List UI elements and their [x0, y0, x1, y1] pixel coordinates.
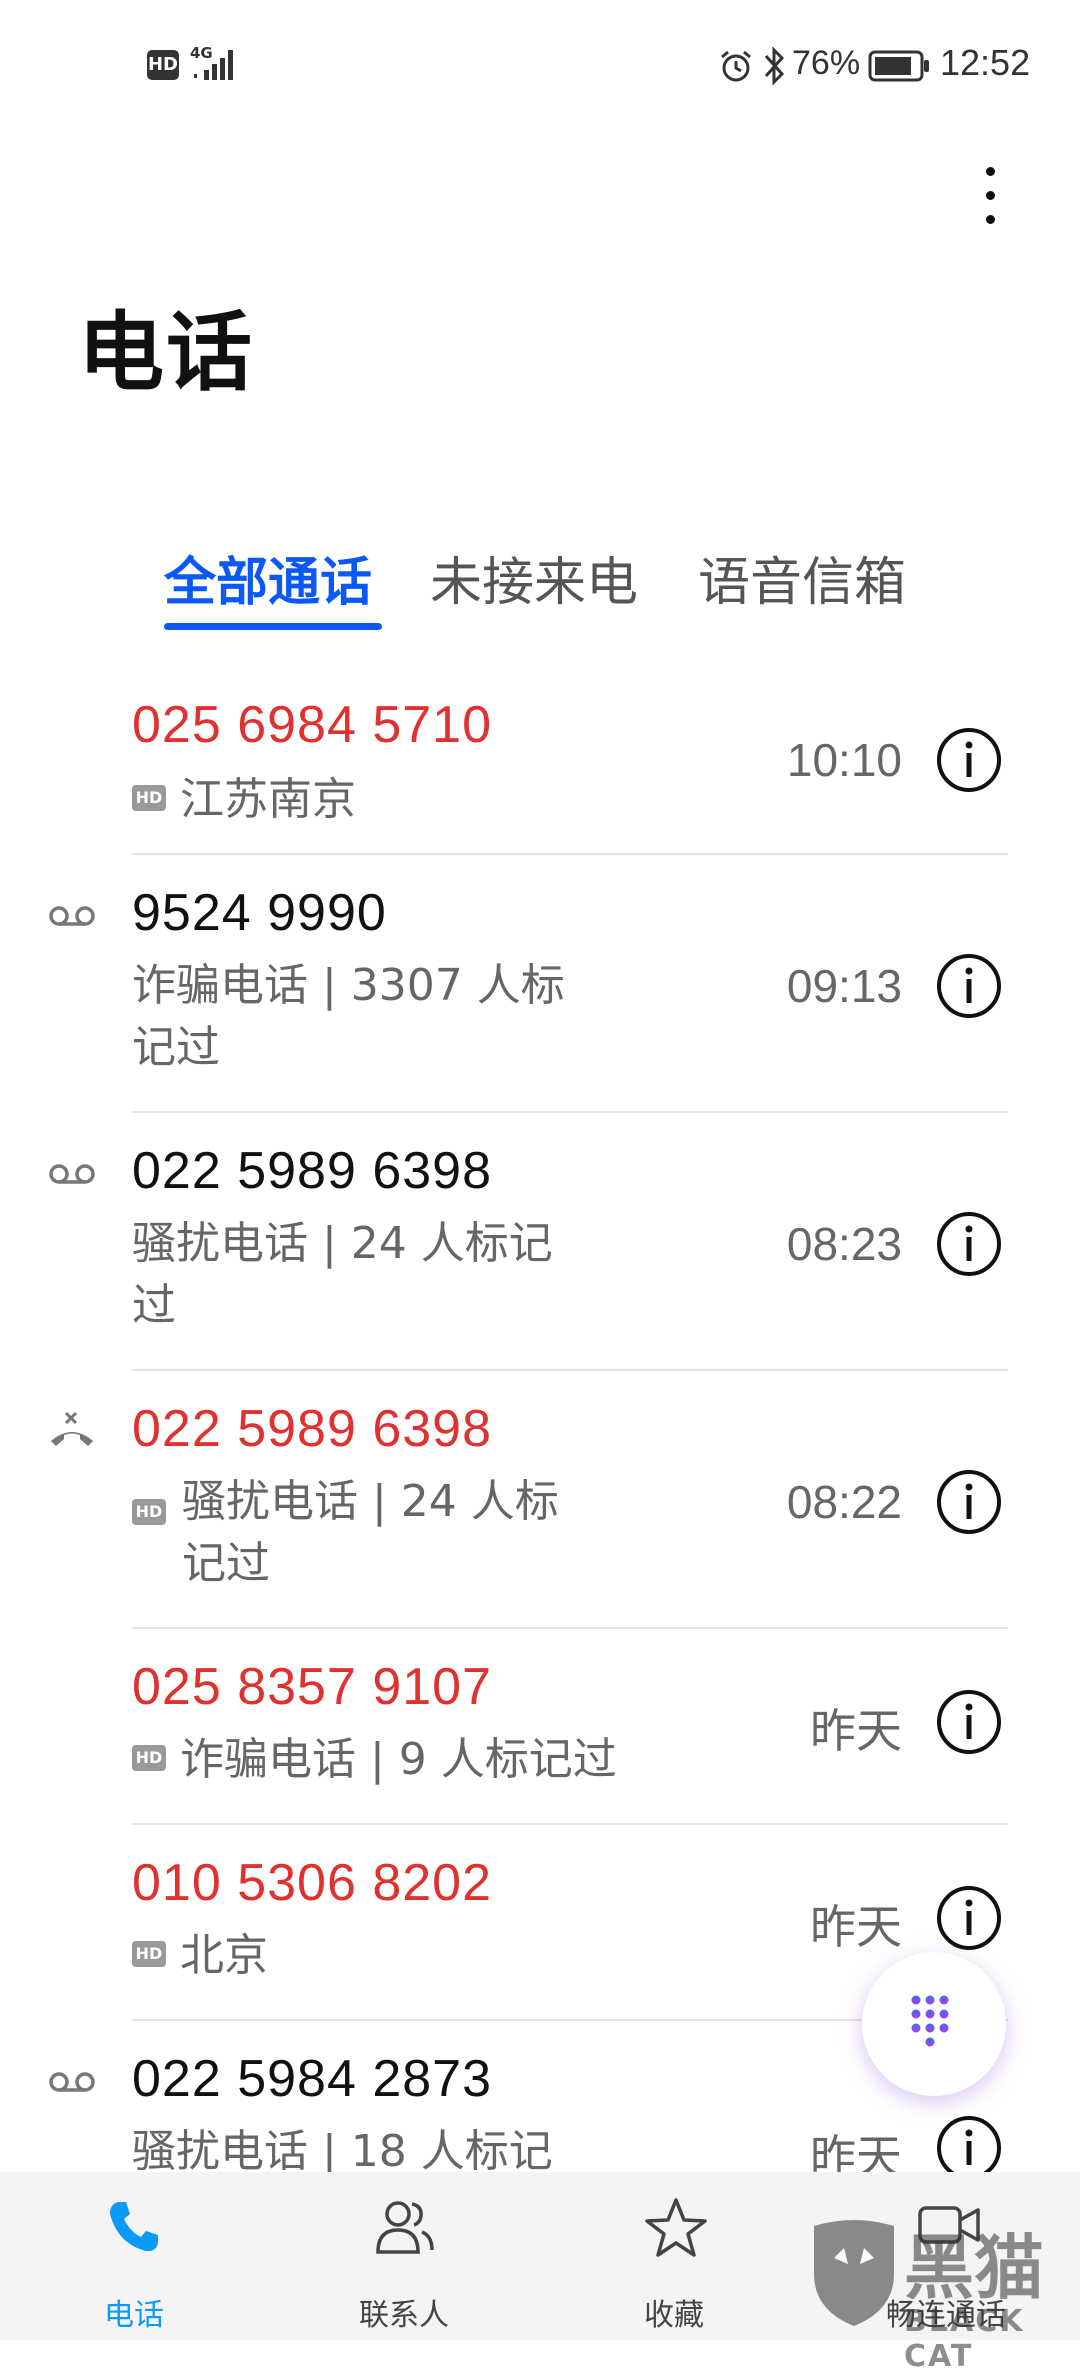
call-time: 08:22 — [786, 1476, 902, 1528]
call-tabs: 全部通话 未接来电 语音信箱 — [0, 540, 1080, 640]
info-icon[interactable] — [936, 1211, 1002, 1277]
phone-icon — [110, 2202, 158, 2252]
hd-badge: HD — [132, 1745, 166, 1771]
call-subtitle-line: 记过 — [132, 1022, 220, 1073]
call-number: 022 5989 6398 — [132, 1400, 493, 1458]
tab-all-calls[interactable]: 全部通话 — [164, 540, 372, 615]
info-icon[interactable] — [936, 1885, 1002, 1951]
watermark-brand-en: BLACK CAT — [904, 2304, 1025, 2374]
call-subtitle: 诈骗电话 | 3307 人标 记过 — [132, 955, 622, 1079]
more-options-button[interactable] — [960, 155, 1020, 235]
call-subtitle: HD 诈骗电话 | 9 人标记过 — [132, 1729, 622, 1791]
more-dot-icon — [986, 167, 995, 176]
battery-icon — [868, 50, 929, 82]
star-icon — [645, 2198, 707, 2257]
call-time: 08:23 — [786, 1218, 902, 1270]
hd-voice-badge: HD — [147, 50, 179, 80]
signal-icon: 4G — [190, 44, 246, 84]
call-number: 022 5989 6398 — [132, 1142, 493, 1200]
call-log-row[interactable]: 022 5989 6398 骚扰电话 | 24 人标记 过 08:23 — [0, 1113, 1080, 1371]
call-log-row[interactable]: 022 5989 6398 HD 骚扰电话 | 24 人标 记过 08:22 — [0, 1371, 1080, 1629]
call-subtitle-text: 诈骗电话 | 9 人标记过 — [180, 1734, 617, 1785]
tab-voicemail[interactable]: 语音信箱 — [698, 540, 906, 615]
call-number: 010 5306 8202 — [132, 1854, 493, 1912]
hd-badge: HD — [132, 1499, 166, 1525]
call-number: 025 6984 5710 — [132, 696, 493, 754]
call-subtitle-line: 记过 — [182, 1538, 270, 1589]
active-tab-indicator — [164, 623, 382, 630]
call-location: HD 江苏南京 — [132, 769, 622, 831]
nav-label: 电话 — [104, 2298, 164, 2333]
dialpad-icon — [911, 1995, 949, 2047]
call-time: 09:13 — [786, 960, 902, 1012]
nav-phone[interactable]: 电话 — [34, 2172, 234, 2340]
info-icon[interactable] — [936, 1469, 1002, 1535]
info-icon[interactable] — [936, 727, 1002, 793]
call-log-row[interactable]: 025 8357 9107 HD 诈骗电话 | 9 人标记过 昨天 — [0, 1629, 1080, 1825]
voicemail-icon — [49, 906, 95, 926]
status-bar: HD 4G 76% 12:52 — [0, 0, 1080, 130]
call-time: 昨天 — [810, 1705, 902, 1757]
call-location: HD 北京 — [132, 1925, 622, 1987]
info-icon[interactable] — [936, 953, 1002, 1019]
hd-badge: HD — [132, 1941, 166, 1967]
call-subtitle: HD 骚扰电话 | 24 人标 记过 — [132, 1471, 622, 1595]
status-time: 12:52 — [940, 42, 1031, 83]
tab-missed-calls[interactable]: 未接来电 — [430, 540, 638, 615]
battery-percent: 76% — [792, 44, 861, 82]
info-icon[interactable] — [936, 1689, 1002, 1755]
more-dot-icon — [986, 215, 995, 224]
hd-badge: HD — [132, 785, 166, 811]
cat-shield-logo — [814, 2220, 894, 2326]
nav-contacts[interactable]: 联系人 — [304, 2172, 504, 2340]
call-subtitle-line: 诈骗电话 | 3307 人标 — [132, 960, 565, 1011]
call-number: 025 8357 9107 — [132, 1658, 493, 1716]
page-title: 电话 — [78, 303, 254, 403]
nav-label: 联系人 — [359, 2298, 449, 2333]
call-subtitle-line: 过 — [132, 1280, 176, 1331]
call-subtitle: 江苏南京 — [180, 774, 356, 825]
dialpad-button[interactable] — [862, 1952, 1006, 2096]
call-subtitle-text: 北京 — [180, 1930, 268, 1981]
call-subtitle-line: 骚扰电话 | 24 人标记 — [132, 1218, 553, 1269]
more-dot-icon — [986, 191, 995, 200]
call-subtitle-line: 骚扰电话 | 24 人标 — [182, 1476, 559, 1527]
alarm-icon — [721, 50, 751, 82]
call-log-row[interactable]: 9524 9990 诈骗电话 | 3307 人标 记过 09:13 — [0, 855, 1080, 1113]
nav-label: 收藏 — [644, 2298, 704, 2333]
call-time: 10:10 — [786, 734, 902, 786]
black-cat-watermark: 黑猫 BLACK CAT — [808, 2210, 1080, 2374]
call-log-row[interactable]: 025 6984 5710 HD 江苏南京 10:10 — [0, 665, 1080, 855]
contacts-icon — [376, 2201, 434, 2254]
missed-call-icon — [51, 1411, 93, 1446]
call-time: 昨天 — [810, 1901, 902, 1953]
call-number: 022 5984 2873 — [132, 2050, 493, 2108]
call-subtitle: 骚扰电话 | 24 人标记 过 — [132, 1213, 622, 1337]
voicemail-icon — [49, 2072, 95, 2092]
bluetooth-icon — [764, 46, 785, 86]
watermark-brand: 黑猫 — [904, 2227, 1044, 2309]
nav-favorites[interactable]: 收藏 — [574, 2172, 774, 2340]
call-number: 9524 9990 — [132, 884, 387, 942]
voicemail-icon — [49, 1164, 95, 1184]
